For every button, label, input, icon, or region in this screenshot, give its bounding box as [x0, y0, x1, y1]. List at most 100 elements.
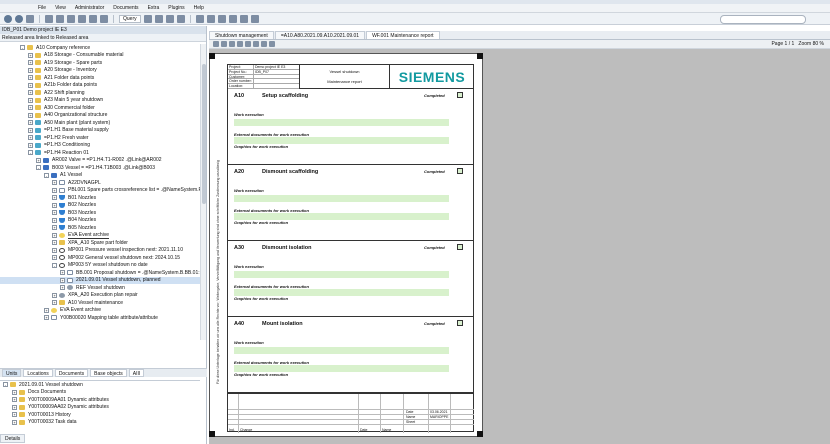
detail-tree-item[interactable]: + Docs Documents	[0, 389, 200, 397]
paste-icon[interactable]	[78, 14, 86, 23]
scrollbar-thumb[interactable]	[202, 64, 206, 204]
tree-item[interactable]: + =P1.H3 Conditioning	[0, 142, 200, 150]
input-field[interactable]	[234, 213, 449, 220]
tree-item[interactable]: + AR002 Valve = =P1.H4.T1-R002 .@Link@AR0…	[0, 157, 200, 165]
expand-icon[interactable]: +	[52, 232, 57, 238]
expand-icon[interactable]: +	[28, 75, 33, 81]
search-icon[interactable]	[245, 41, 251, 47]
expand-icon[interactable]: +	[52, 255, 57, 261]
expand-icon[interactable]: +	[44, 307, 49, 313]
back-icon[interactable]	[4, 14, 12, 23]
expand-icon[interactable]: +	[12, 389, 17, 395]
expand-icon[interactable]: +	[28, 105, 33, 111]
input-field[interactable]	[234, 289, 449, 296]
menu-view[interactable]: View	[55, 5, 66, 11]
tree-item[interactable]: + A21 Folder data points	[0, 74, 200, 82]
tab-base-objects[interactable]: Base objects	[90, 369, 127, 377]
input-field[interactable]	[234, 119, 449, 126]
tree-item[interactable]: + Y00B00020 Mapping table attribute/attri…	[0, 314, 200, 322]
expand-icon[interactable]: +	[44, 315, 49, 321]
tree-item[interactable]: + A22 Shift planning	[0, 89, 200, 97]
collapse-icon[interactable]: -	[52, 262, 57, 268]
delete-icon[interactable]	[89, 14, 97, 23]
input-field[interactable]	[234, 195, 449, 202]
expand-icon[interactable]: +	[28, 90, 33, 96]
expand-icon[interactable]: +	[28, 52, 33, 58]
tree-item[interactable]: + REF Vessel shutdown	[0, 284, 200, 292]
document-tab[interactable]: =A10.A80.2021.09.A10.2021.09.01	[274, 31, 366, 39]
details-tab[interactable]: Details	[0, 434, 26, 443]
input-field[interactable]	[234, 365, 449, 372]
detail-tree-item[interactable]: + Y00T00013 History	[0, 411, 200, 419]
tree-item[interactable]: + BB.001 Proposal shutdown = .@NameSystem…	[0, 269, 200, 277]
tab-units[interactable]: Units	[2, 369, 22, 377]
completed-checkbox[interactable]	[457, 92, 463, 98]
document-tab[interactable]: Shutdown management	[209, 31, 274, 39]
expand-icon[interactable]: +	[52, 180, 57, 186]
tree-vertical-scrollbar[interactable]	[200, 44, 206, 340]
expand-icon[interactable]: +	[28, 112, 33, 118]
completed-checkbox[interactable]	[457, 320, 463, 326]
zoom-out-icon[interactable]	[221, 41, 227, 47]
tree-icon[interactable]	[228, 14, 237, 23]
completed-checkbox[interactable]	[457, 168, 463, 174]
tree-item[interactable]: + A30 Commercial folder	[0, 104, 200, 112]
expand-icon[interactable]: +	[52, 210, 57, 216]
star-icon[interactable]	[239, 14, 248, 23]
tree-item[interactable]: + MP002 General vessel shutdown next: 202…	[0, 254, 200, 262]
tree-item[interactable]: + PBL001 Spare parts crossreference list …	[0, 187, 200, 195]
input-field[interactable]	[234, 137, 449, 144]
input-field[interactable]	[234, 271, 449, 278]
input-field[interactable]	[234, 347, 449, 354]
export-icon[interactable]	[176, 14, 185, 23]
tree-item[interactable]: - MP003 5Y vessel shutdown no date	[0, 262, 200, 270]
expand-icon[interactable]: +	[28, 120, 33, 126]
select-tool-icon[interactable]	[261, 41, 267, 47]
collapse-icon[interactable]: -	[36, 165, 41, 171]
tree-item[interactable]: + A19 Storage - Spare parts	[0, 59, 200, 67]
expand-icon[interactable]: +	[12, 397, 17, 403]
tree-item[interactable]: + B01 Nozzles	[0, 194, 200, 202]
menu-documents[interactable]: Documents	[113, 5, 138, 11]
expand-icon[interactable]: +	[60, 285, 65, 291]
expand-icon[interactable]: +	[52, 300, 57, 306]
tab-documents[interactable]: Documents	[54, 369, 89, 377]
tree-item[interactable]: - B003 Vessel = =P1.H4.T1B003 .@Link@B003	[0, 164, 200, 172]
collapse-icon[interactable]: -	[3, 382, 8, 388]
detail-tree-item[interactable]: + Y00T00009AA01 Dynamic attributes	[0, 396, 200, 404]
tree-item[interactable]: + B03 Nozzles	[0, 209, 200, 217]
tree-item[interactable]: + A50 Main plant (plant system)	[0, 119, 200, 127]
tab-locations[interactable]: Locations	[23, 369, 53, 377]
window-icon[interactable]	[217, 14, 226, 23]
tab-aiii[interactable]: AIII	[128, 369, 145, 377]
tree-item[interactable]: + A18 Storage - Consumable material	[0, 52, 200, 60]
tree-item[interactable]: + XPA_A20 Execution plan repair	[0, 292, 200, 300]
tree-item[interactable]: +2021.09.01 Vessel shutdown, planned	[0, 276, 200, 284]
expand-icon[interactable]: +	[28, 60, 33, 66]
document-tab[interactable]: WF.001 Maintenance report	[366, 31, 440, 39]
expand-icon[interactable]: +	[52, 202, 57, 208]
tree-item[interactable]: + EVA Event archive	[0, 307, 200, 315]
detail-tree-item[interactable]: + Y00T00032 Task data	[0, 419, 200, 427]
settings-icon[interactable]	[250, 14, 259, 23]
query-dropdown[interactable]: Query	[119, 14, 141, 23]
expand-icon[interactable]: +	[28, 127, 33, 133]
menu-extra[interactable]: Extra	[148, 5, 160, 11]
collapse-icon[interactable]: -	[28, 150, 33, 156]
home-icon[interactable]	[26, 14, 34, 23]
tree-item[interactable]: - =P1.H4 Reaction 01	[0, 149, 200, 157]
expand-icon[interactable]: +	[28, 82, 33, 88]
detail-tree-item[interactable]: + Y00T00009AA02 Dynamic attributes	[0, 404, 200, 412]
area-filter[interactable]: Released area linked to Released area	[0, 34, 206, 42]
expand-icon[interactable]: +	[52, 187, 57, 193]
tree-item[interactable]: + A40 Organizational structure	[0, 112, 200, 120]
hand-tool-icon[interactable]	[253, 41, 259, 47]
filter-icon[interactable]	[143, 14, 152, 23]
panel-icon[interactable]	[206, 14, 215, 23]
menu-file[interactable]: File	[38, 5, 46, 11]
print-icon[interactable]	[45, 14, 53, 23]
tree-item[interactable]: + XPA_A10 Spare part folder	[0, 239, 200, 247]
expand-icon[interactable]: +	[36, 157, 41, 163]
menu-administrator[interactable]: Administrator	[75, 5, 104, 11]
grid-icon[interactable]	[165, 14, 174, 23]
